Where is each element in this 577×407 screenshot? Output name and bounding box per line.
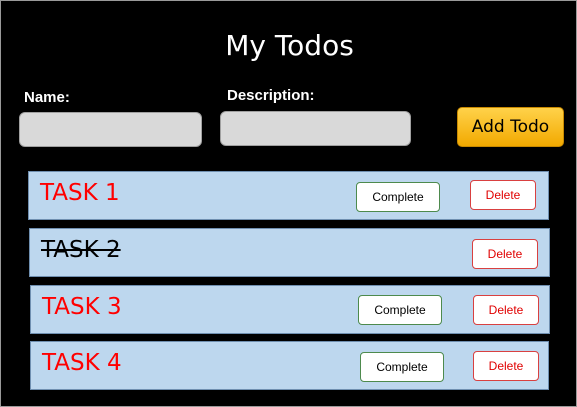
description-input[interactable] [220,111,411,146]
app-window: My Todos Name: Description: Add Todo TAS… [0,0,577,407]
page-title: My Todos [225,29,354,62]
complete-button[interactable]: Complete [356,182,440,212]
complete-button[interactable]: Complete [358,295,442,325]
task-name: TASK 3 [42,294,122,320]
task-row: TASK 4 Complete Delete [30,341,549,390]
task-row: TASK 3 Complete Delete [30,285,550,334]
description-label: Description: [227,87,315,104]
task-row: TASK 1 Complete Delete [28,171,549,220]
delete-button[interactable]: Delete [473,295,539,325]
task-name: TASK 1 [40,180,120,206]
delete-button[interactable]: Delete [470,180,536,210]
task-name: TASK 4 [42,350,122,376]
add-todo-button[interactable]: Add Todo [457,107,564,147]
delete-button[interactable]: Delete [473,351,539,381]
delete-button[interactable]: Delete [472,239,538,269]
name-label: Name: [24,89,70,106]
name-input[interactable] [19,112,202,147]
task-name: TASK 2 [41,237,121,263]
task-row: TASK 2 Delete [29,228,550,277]
complete-button[interactable]: Complete [360,352,444,382]
